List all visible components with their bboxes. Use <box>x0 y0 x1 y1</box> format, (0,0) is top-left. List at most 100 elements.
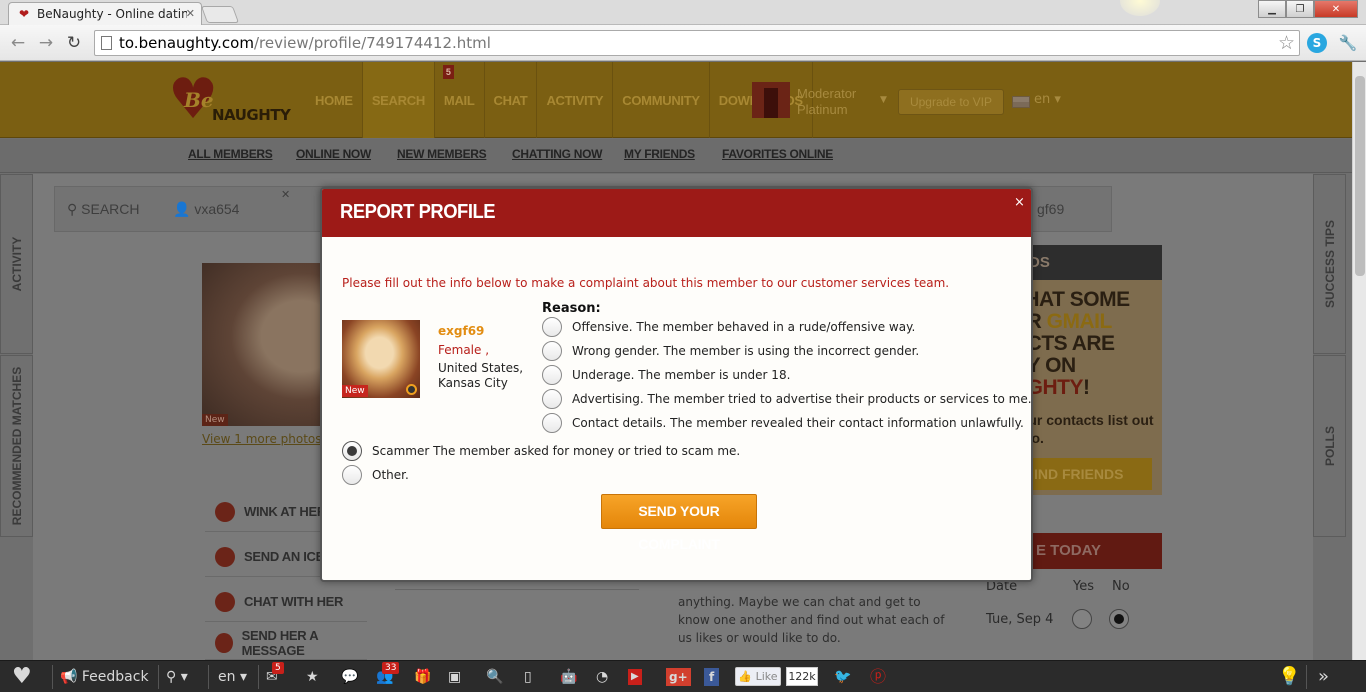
reason-label: Reason: <box>542 301 601 316</box>
mail-icon[interactable]: ✉ 5 <box>266 662 284 687</box>
twitter-icon[interactable]: 🐦 <box>834 667 851 687</box>
recent-user-tab-2[interactable]: gf69 <box>1037 201 1064 217</box>
radio-button[interactable] <box>542 389 562 409</box>
cocktail-icon <box>215 546 235 567</box>
minimize-button[interactable]: ▁ <box>1258 0 1286 18</box>
facebook-like-button[interactable]: 👍 Like <box>735 667 781 686</box>
reason-wrong-gender[interactable]: Wrong gender. The member is using the in… <box>542 341 919 361</box>
photos-icon[interactable]: ▣ <box>448 667 461 687</box>
side-tab-activity[interactable]: ACTIVITY <box>0 174 33 354</box>
availability-yes-radio[interactable] <box>1072 609 1092 629</box>
nav-search[interactable]: SEARCH <box>362 62 435 138</box>
benaughty-logo[interactable]: ♥ Be NAUGHTY <box>168 72 296 130</box>
android-icon[interactable]: 🤖 <box>560 667 577 687</box>
recent-user-tab[interactable]: 👤 vxa654 <box>173 201 239 218</box>
feedback-button[interactable]: 📢 Feedback <box>60 667 149 687</box>
reason-contact-details[interactable]: Contact details. The member revealed the… <box>542 413 1024 433</box>
report-profile-modal: REPORT PROFILE × Please fill out the inf… <box>320 187 1033 582</box>
view-more-photos-link[interactable]: View 1 more photos <box>202 432 322 446</box>
profile-about-text: anything. Maybe we can chat and get to k… <box>678 595 945 645</box>
bottom-toolbar: ♥ 📢 Feedback ⚲ ▾ en ▾ ✉ 5 ★ 💬 👥 33 🎁 ▣ 🔍 ▯… <box>0 660 1366 692</box>
account-menu[interactable]: Moderator Platinum <box>797 86 856 118</box>
wrench-icon[interactable]: 🔧 <box>1338 33 1358 53</box>
nav-activity[interactable]: ACTIVITY <box>537 62 614 138</box>
scrollbar-thumb[interactable] <box>1355 76 1365 276</box>
nav-mail[interactable]: 5 MAIL <box>435 62 485 138</box>
collapse-icon[interactable]: » <box>1318 667 1329 687</box>
address-bar[interactable]: to.benaughty.com/review/profile/74917441… <box>94 30 1300 56</box>
lightbulb-icon[interactable]: 💡 <box>1278 667 1300 687</box>
main-nav: HOME SEARCH 5 MAIL CHAT ACTIVITY COMMUNIT… <box>306 62 813 138</box>
search-people-icon[interactable]: 🔍 <box>486 667 503 687</box>
mail-badge: 5 <box>442 65 454 79</box>
chat-button[interactable]: CHAT WITH HER <box>205 582 367 622</box>
close-icon[interactable]: × <box>1014 195 1025 210</box>
radio-button[interactable] <box>542 413 562 433</box>
radio-button[interactable] <box>542 365 562 385</box>
reload-icon[interactable]: ↻ <box>62 31 86 55</box>
forward-arrow-icon[interactable]: → <box>34 31 58 55</box>
facebook-icon[interactable]: f <box>704 668 720 686</box>
new-tab-button[interactable] <box>200 6 240 23</box>
side-tab-success-tips[interactable]: SUCCESS TIPS <box>1313 174 1346 354</box>
reason-scammer[interactable]: Scammer The member asked for money or tr… <box>342 441 740 461</box>
page-scrollbar[interactable] <box>1352 62 1366 660</box>
message-button[interactable]: SEND HER A MESSAGE <box>205 627 367 660</box>
reported-user-photo: New <box>342 320 420 398</box>
nav-home[interactable]: HOME <box>306 62 363 138</box>
chevron-down-icon[interactable]: ▼ <box>880 95 887 105</box>
reason-underage[interactable]: Underage. The member is under 18. <box>542 365 790 385</box>
browser-tab[interactable]: ❤ BeNaughty - Online dating ✕ <box>8 2 202 25</box>
maximize-button[interactable]: ❐ <box>1286 0 1314 18</box>
browser-toolbar: ← → ↻ to.benaughty.com/review/profile/74… <box>0 25 1366 61</box>
subnav-online-now[interactable]: ONLINE NOW <box>296 147 371 161</box>
subnav-chatting-now[interactable]: CHATTING NOW <box>512 147 602 161</box>
tab-close-icon[interactable]: ✕ <box>186 7 195 20</box>
radio-button[interactable] <box>542 341 562 361</box>
back-arrow-icon[interactable]: ← <box>6 31 30 55</box>
mobile-icon[interactable]: ▯ <box>524 667 532 687</box>
reason-offensive[interactable]: Offensive. The member behaved in a rude/… <box>542 317 915 337</box>
like-count: 122k <box>786 667 818 686</box>
language-dropdown[interactable]: en ▾ <box>218 667 247 687</box>
side-tab-recommended[interactable]: RECOMMENDED MATCHES <box>0 355 33 537</box>
nav-chat[interactable]: CHAT <box>485 62 538 138</box>
subnav-all-members[interactable]: ALL MEMBERS <box>188 147 273 161</box>
browser-tabstrip: ❤ BeNaughty - Online dating ✕ ▁ ❐ ✕ <box>0 0 1366 25</box>
send-complaint-button[interactable]: SEND YOUR COMPLAINT <box>601 494 757 552</box>
radio-button-selected[interactable] <box>342 441 362 461</box>
reason-other[interactable]: Other. <box>342 465 409 485</box>
friends-icon[interactable]: 👥 33 <box>376 662 400 687</box>
subnav-my-friends[interactable]: MY FRIENDS <box>624 147 695 161</box>
side-tab-polls[interactable]: POLLS <box>1313 355 1346 537</box>
divider <box>395 589 639 590</box>
chat-bubble-icon[interactable]: 💬 <box>341 667 358 687</box>
gift-icon[interactable]: 🎁 <box>414 667 431 687</box>
language-selector[interactable]: en ▾ <box>1034 92 1061 107</box>
subnav-favorites-online[interactable]: FAVORITES ONLINE <box>722 147 833 161</box>
avatar[interactable] <box>752 82 790 118</box>
bookmark-star-icon[interactable]: ☆ <box>1278 32 1295 54</box>
radio-button[interactable] <box>342 465 362 485</box>
search-tab[interactable]: ⚲ SEARCH <box>67 201 140 218</box>
favorites-star-icon[interactable]: ★ <box>306 667 319 687</box>
radio-button[interactable] <box>542 317 562 337</box>
availability-no-radio[interactable] <box>1109 609 1129 629</box>
reported-username[interactable]: exgf69 <box>438 324 484 338</box>
upgrade-vip-button[interactable]: Upgrade to VIP <box>898 89 1004 115</box>
pacman-icon[interactable]: ◔ <box>596 667 608 687</box>
mail-count-badge: 5 <box>272 662 284 674</box>
youtube-icon[interactable]: ▶ <box>628 669 642 685</box>
skype-icon[interactable]: S <box>1307 33 1327 53</box>
us-flag-icon[interactable] <box>1012 96 1030 108</box>
heart-logo-icon[interactable]: ♥ <box>12 665 32 689</box>
subnav-new-members[interactable]: NEW MEMBERS <box>397 147 487 161</box>
search-icon[interactable]: ⚲ ▾ <box>166 667 188 687</box>
pinterest-icon[interactable]: ⓟ <box>870 667 886 687</box>
nav-community[interactable]: COMMUNITY <box>613 62 710 138</box>
close-icon[interactable]: ✕ <box>281 188 290 201</box>
find-friends-button[interactable]: IND FRIENDS <box>1012 458 1152 490</box>
reason-advertising[interactable]: Advertising. The member tried to adverti… <box>542 389 1031 409</box>
google-plus-icon[interactable]: g+ <box>666 668 691 686</box>
window-close-button[interactable]: ✕ <box>1314 0 1358 18</box>
